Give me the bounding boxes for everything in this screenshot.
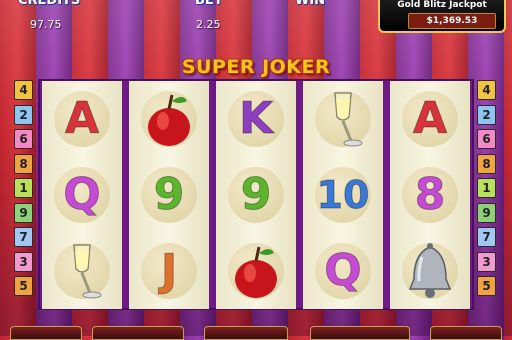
payline-right-2[interactable]: 2 (477, 104, 496, 125)
payline-left-4[interactable]: 4 (14, 80, 33, 100)
game-title: SUPER JOKER (181, 56, 331, 78)
reel-symbol (129, 81, 209, 157)
reel-symbol: 8 (390, 157, 470, 233)
reel-symbol: 10 (303, 157, 383, 233)
reel-symbol: Q (303, 233, 383, 309)
apple-icon (148, 94, 190, 146)
bottom-button-3[interactable] (204, 326, 288, 340)
jackpot-title: Gold Blitz Jackpot (397, 0, 487, 10)
payline-right-3[interactable]: 3 (477, 251, 496, 272)
win-label: WIN (295, 0, 326, 8)
bet-value: 2.25 (196, 18, 221, 31)
reel-1: AQ (42, 81, 122, 309)
payline-right-5[interactable]: 5 (477, 276, 496, 296)
bell-icon (408, 243, 452, 298)
champagne-glass-icon (334, 92, 363, 147)
reel-symbol (390, 233, 470, 309)
symbol-letter-k: K (238, 93, 274, 144)
reel-4: 10 Q (303, 81, 383, 309)
reel-symbol (42, 233, 122, 309)
payline-right-1[interactable]: 1 (477, 178, 496, 198)
reel-symbol (216, 233, 296, 309)
payline-left-9[interactable]: 9 (14, 202, 33, 223)
payline-left-3[interactable]: 3 (14, 251, 33, 272)
reel-symbol: 9 (129, 157, 209, 233)
bottom-button-2[interactable] (92, 326, 184, 340)
payline-right-9[interactable]: 9 (477, 202, 496, 223)
bottom-button-4[interactable] (310, 326, 410, 340)
payline-left-2[interactable]: 2 (14, 104, 33, 125)
payline-right-6[interactable]: 6 (477, 129, 496, 149)
symbol-letter-q: Q (63, 169, 101, 220)
payline-right-8[interactable]: 8 (477, 153, 496, 174)
symbol-letter-a: A (64, 93, 100, 144)
symbol-letter-q: Q (324, 245, 362, 296)
symbol-letter-j: J (160, 245, 178, 296)
reel-symbol: 9 (216, 157, 296, 233)
header-bar: CREDITS 97.75 BET 2.25 WIN Gold Blitz Ja… (0, 0, 512, 40)
reel-symbol: A (390, 81, 470, 157)
reel-3: K9 (216, 81, 296, 309)
reel-2: 9J (129, 81, 209, 309)
reel-5: A8 (390, 81, 470, 309)
bet-label: BET (195, 0, 223, 8)
reel-symbol: K (216, 81, 296, 157)
payline-left-7[interactable]: 7 (14, 227, 33, 247)
symbol-number-8: 8 (414, 169, 446, 220)
reel-symbol (303, 81, 383, 157)
payline-right-7[interactable]: 7 (477, 227, 496, 247)
reel-symbol: Q (42, 157, 122, 233)
reel-symbol: A (42, 81, 122, 157)
bottom-button-1[interactable] (10, 326, 82, 340)
payline-left-8[interactable]: 8 (14, 153, 33, 174)
symbol-letter-a: A (412, 93, 448, 144)
reel-symbol: J (129, 233, 209, 309)
payline-left-1[interactable]: 1 (14, 178, 33, 198)
bottom-button-5[interactable] (430, 326, 502, 340)
credits-value: 97.75 (30, 18, 62, 31)
credits-label: CREDITS (18, 0, 81, 8)
symbol-number-9: 9 (240, 169, 272, 220)
payline-left-6[interactable]: 6 (14, 129, 33, 149)
jackpot-value: $1,369.53 (408, 13, 496, 29)
symbol-number-10: 10 (316, 173, 370, 217)
champagne-glass-icon (73, 244, 102, 299)
payline-right-4[interactable]: 4 (477, 80, 496, 100)
apple-icon (235, 246, 277, 298)
symbol-number-9: 9 (153, 169, 185, 220)
jackpot-panel: Gold Blitz Jackpot $1,369.53 (378, 0, 506, 33)
payline-left-5[interactable]: 5 (14, 276, 33, 296)
